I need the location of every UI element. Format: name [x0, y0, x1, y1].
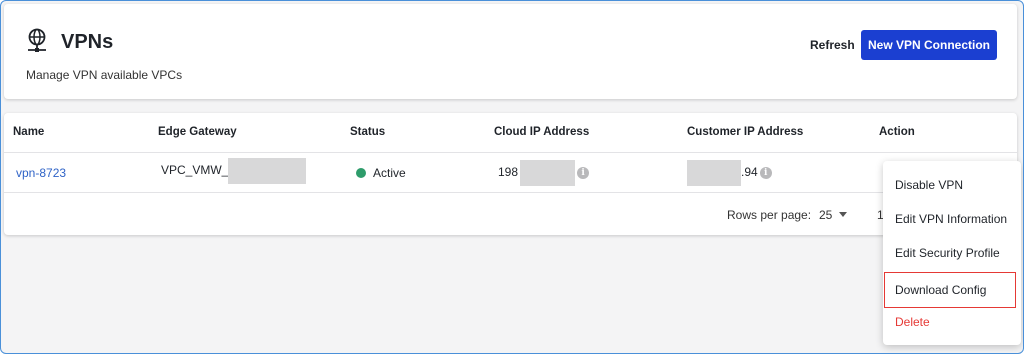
- page-header: VPNs Manage VPN available VPCs Refresh N…: [4, 4, 1017, 99]
- new-vpn-connection-button[interactable]: New VPN Connection: [861, 30, 997, 60]
- menu-item-edit-security-profile[interactable]: Edit Security Profile: [883, 238, 1021, 268]
- column-header-action: Action: [879, 126, 915, 138]
- rows-per-page-label: Rows per page:: [727, 208, 812, 222]
- column-header-cloud-ip[interactable]: Cloud IP Address: [494, 126, 589, 138]
- customer-ip-value: .94: [741, 165, 758, 179]
- refresh-button[interactable]: Refresh: [804, 30, 861, 60]
- menu-item-download-config[interactable]: Download Config: [884, 272, 1016, 308]
- app-window: VPNs Manage VPN available VPCs Refresh N…: [0, 0, 1024, 354]
- menu-item-disable-vpn[interactable]: Disable VPN: [883, 170, 1021, 200]
- column-header-customer-ip[interactable]: Customer IP Address: [687, 126, 803, 138]
- info-icon[interactable]: i: [759, 166, 772, 179]
- column-header-name[interactable]: Name: [13, 126, 44, 138]
- network-globe-icon: [28, 28, 46, 52]
- chevron-down-icon: [839, 212, 848, 217]
- redacted-block: [687, 159, 741, 186]
- page-subtitle: Manage VPN available VPCs: [26, 68, 183, 82]
- rows-per-page-value: 25: [819, 208, 833, 222]
- status-badge: Active: [373, 166, 406, 180]
- cloud-ip-value: 198: [498, 165, 519, 179]
- vpn-name-link[interactable]: vpn-8723: [16, 166, 66, 180]
- info-icon[interactable]: i: [577, 166, 590, 179]
- vpn-table: Name Edge Gateway Status Cloud IP Addres…: [4, 113, 1017, 235]
- column-header-status[interactable]: Status: [350, 126, 385, 138]
- column-header-edge-gateway[interactable]: Edge Gateway: [158, 126, 237, 138]
- status-active-dot: [356, 168, 366, 178]
- rows-per-page-select[interactable]: 25: [819, 208, 848, 222]
- menu-item-delete[interactable]: Delete: [883, 307, 1021, 337]
- edge-gateway-value: VPC_VMW_: [161, 163, 229, 177]
- page-title: VPNs: [61, 31, 114, 53]
- menu-item-edit-vpn-information[interactable]: Edit VPN Information: [883, 204, 1021, 234]
- redacted-block: [520, 159, 576, 186]
- row-divider: [4, 192, 1017, 193]
- action-menu: Disable VPN Edit VPN Information Edit Se…: [883, 161, 1021, 345]
- redacted-block: [228, 157, 307, 184]
- header-divider: [4, 152, 1017, 153]
